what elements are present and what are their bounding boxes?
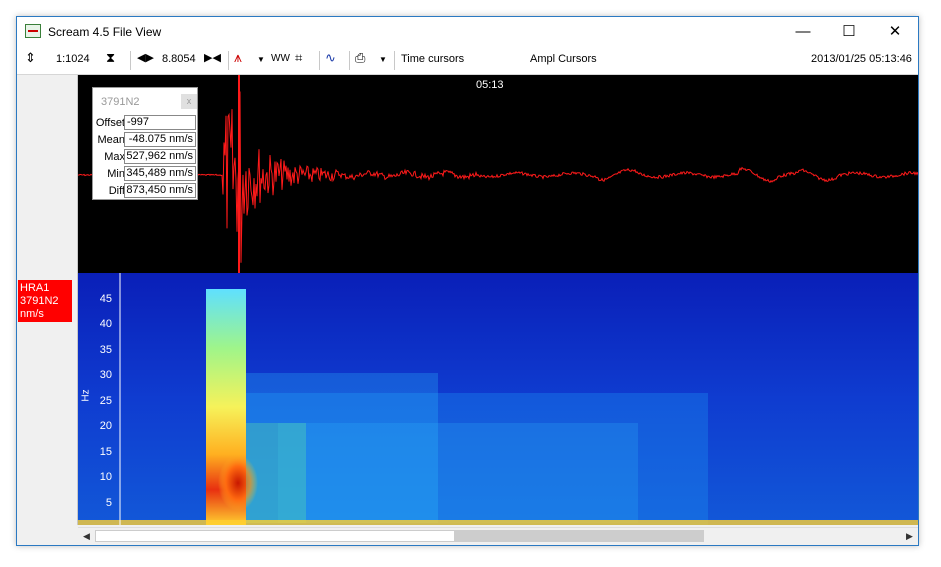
contract-horizontal-icon[interactable]: ▶◀ [204, 51, 221, 64]
app-icon [25, 24, 41, 38]
hourglass-icon[interactable]: ⧗ [106, 50, 115, 66]
info-header: 3791N2 x [95, 90, 197, 112]
waveform-trace[interactable]: 05:13 3791N2 x Offset -997 Mean -48.075 nm… [78, 75, 918, 273]
close-button[interactable]: ✕ [872, 17, 918, 47]
print-icon[interactable]: ⎙ [355, 50, 365, 66]
waveform-icon[interactable]: WW [271, 53, 290, 64]
tick-label: 35 [99, 344, 112, 356]
tick-label: 5 [105, 497, 112, 509]
min-value: 345,489 nm/s [124, 166, 196, 181]
seismic-trace-line [78, 91, 918, 263]
channel-label[interactable]: HRA1 3791N2 nm/s [18, 280, 72, 322]
tick-label: 10 [99, 471, 112, 483]
tick-label: 15 [99, 446, 112, 458]
window-title: Scream 4.5 File View [48, 25, 162, 39]
zoom-value[interactable]: 1:1024 [56, 53, 90, 65]
frequency-axis: 45 40 35 30 25 20 15 10 5 Hz [78, 273, 122, 525]
vertical-zoom-icon[interactable]: ⇕ [25, 50, 36, 66]
frequency-axis-label: Hz [80, 389, 92, 402]
mean-value: -48.075 nm/s [124, 132, 196, 147]
scroll-left-button[interactable]: ◀ [78, 528, 95, 545]
scroll-right-button[interactable]: ▶ [901, 528, 918, 545]
maximize-button[interactable]: ☐ [826, 17, 872, 47]
timestamp: 2013/01/25 05:13:46 [811, 53, 912, 65]
expand-horizontal-icon[interactable]: ◀▶ [137, 51, 154, 64]
gain-value[interactable]: 8.8054 [162, 53, 196, 65]
mean-label: Mean [97, 134, 125, 146]
toolbar: ⇕ 1:1024 ⧗ ◀▶ 8.8054 ▶◀ ⩚ ▼ WW ⌗ ∿ ⎙ ▼ T… [17, 47, 918, 75]
scroll-thumb[interactable] [454, 530, 704, 542]
dropdown-arrow-icon[interactable]: ▼ [257, 55, 265, 64]
channel-id: 3791N2 [20, 295, 59, 307]
offset-label: Offset [95, 117, 125, 129]
channel-units: nm/s [20, 308, 44, 320]
tick-label: 20 [99, 420, 112, 432]
title-bar: Scream 4.5 File View — ☐ ✕ [17, 17, 918, 47]
main-window: Scream 4.5 File View — ☐ ✕ ⇕ 1:1024 ⧗ ◀▶… [16, 16, 919, 546]
waveform-plot [78, 75, 918, 273]
time-label: 05:13 [476, 79, 504, 91]
ampl-cursors-button[interactable]: Ampl Cursors [530, 53, 597, 65]
channel-name: HRA1 [20, 282, 50, 294]
tick-label: 45 [99, 293, 112, 305]
horizontal-scrollbar[interactable]: ◀ ▶ [78, 527, 918, 545]
tick-label: 40 [99, 318, 112, 330]
trigger-icon[interactable]: ⩚ [234, 49, 242, 66]
max-value: 527,962 nm/s [124, 149, 196, 164]
spectrogram-image [78, 273, 918, 525]
filter-icon[interactable]: ∿ [325, 50, 336, 66]
channel-panel: HRA1 3791N2 nm/s [17, 75, 78, 525]
offset-value[interactable]: -997 [124, 115, 196, 130]
diff-label: Diff [108, 185, 125, 197]
min-label: Min [107, 168, 125, 180]
mean-row: Mean -48.075 nm/s [93, 132, 199, 149]
max-label: Max [104, 151, 125, 163]
diff-row: Diff 873,450 nm/s [93, 183, 199, 200]
fit-frame-icon[interactable]: ⌗ [295, 50, 302, 66]
info-box: 3791N2 x Offset -997 Mean -48.075 nm/s Max… [92, 87, 198, 200]
diff-value: 873,450 nm/s [124, 183, 196, 198]
time-cursors-button[interactable]: Time cursors [401, 53, 464, 65]
print-dropdown-icon[interactable]: ▼ [379, 55, 387, 64]
info-close-button[interactable]: x [181, 94, 197, 109]
min-row: Min 345,489 nm/s [93, 166, 199, 183]
spectrogram[interactable]: 45 40 35 30 25 20 15 10 5 Hz [78, 273, 918, 525]
offset-row: Offset -997 [93, 115, 199, 132]
info-title: 3791N2 [101, 96, 140, 108]
tick-label: 30 [99, 369, 112, 381]
max-row: Max 527,962 nm/s [93, 149, 199, 166]
minimize-button[interactable]: — [780, 17, 826, 47]
